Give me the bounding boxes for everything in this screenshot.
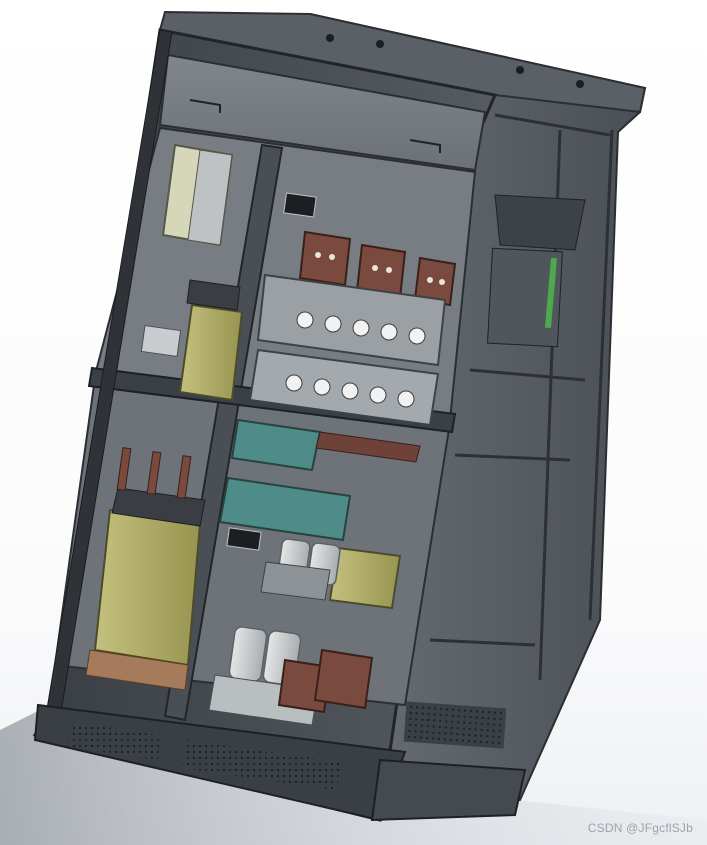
side-fan-block: [494, 194, 586, 251]
side-plinth: [370, 758, 527, 822]
small-transformer: [328, 546, 402, 610]
main-transformer: [93, 508, 202, 667]
watermark-text: CSDN @JFgcflSJb: [587, 821, 693, 835]
side-perforated-strip: [403, 701, 507, 749]
cabinet-render: [0, 10, 707, 845]
cad-render-scene: CSDN @JFgcflSJb: [0, 0, 707, 845]
small-relay: [140, 325, 182, 357]
display-window: [283, 192, 317, 218]
upper-transformer: [178, 303, 244, 402]
lower-display-window: [226, 527, 262, 551]
